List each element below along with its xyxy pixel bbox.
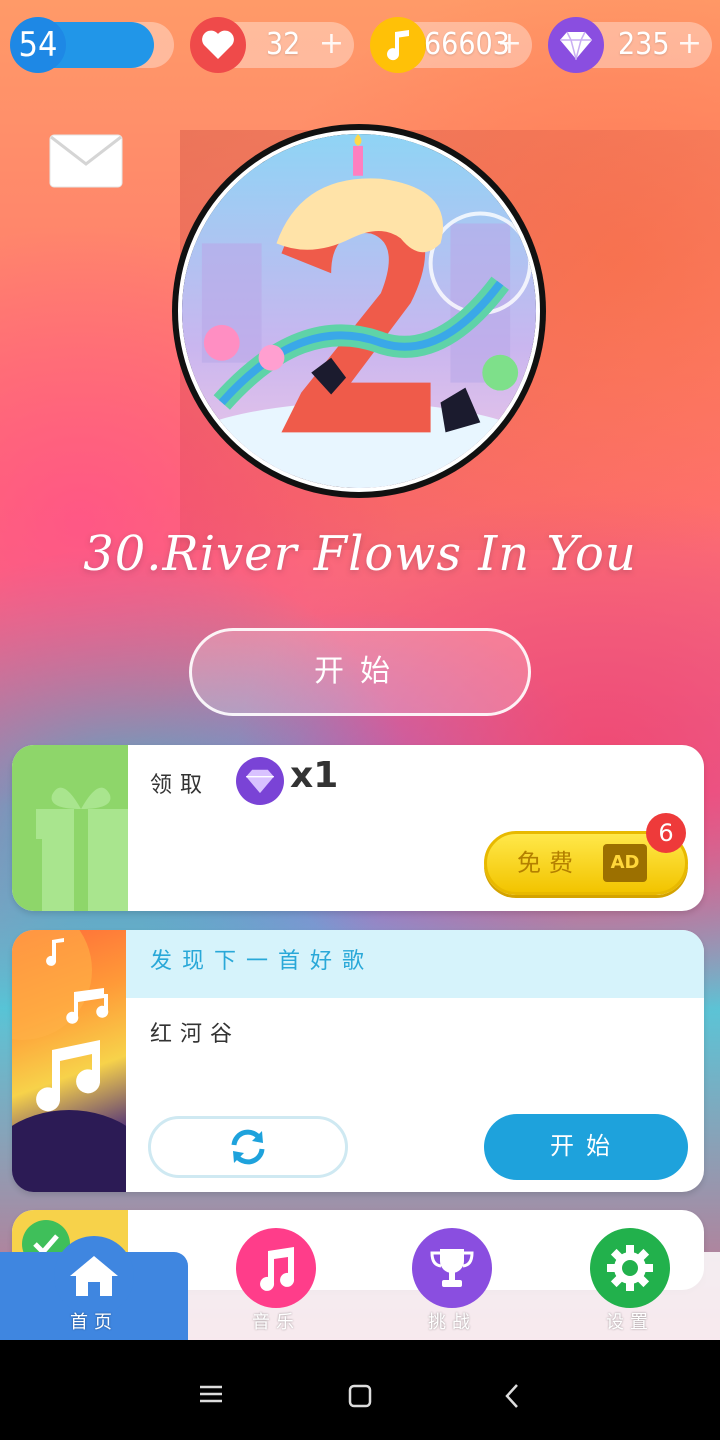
discover-start-button[interactable]: 开始 xyxy=(484,1114,688,1180)
nav-home-label: 首页 xyxy=(70,1312,118,1333)
menu-icon xyxy=(200,1385,222,1403)
nav-settings-label: 设置 xyxy=(606,1312,654,1333)
gems-value: 235 xyxy=(618,27,670,62)
gift-panel xyxy=(12,745,128,911)
heart-icon xyxy=(190,17,246,73)
square-icon xyxy=(348,1384,372,1408)
start-button[interactable]: 开始 xyxy=(189,628,531,716)
reward-quantity: x1 xyxy=(290,755,339,796)
nav-home[interactable]: 首页 xyxy=(0,1236,188,1340)
envelope-icon xyxy=(49,134,123,188)
add-coins-button[interactable]: + xyxy=(497,22,522,68)
gems-stat[interactable]: 235 + xyxy=(548,17,712,73)
discover-header: 发现下一首好歌 xyxy=(126,930,704,998)
add-lives-button[interactable]: + xyxy=(319,22,344,68)
gift-box-icon xyxy=(36,787,128,911)
reward-gem-icon xyxy=(236,757,284,805)
mail-button[interactable] xyxy=(49,134,123,188)
album-art xyxy=(178,130,540,492)
ad-icon: AD xyxy=(603,844,647,882)
nav-settings[interactable]: 设置 xyxy=(540,1228,720,1340)
nav-challenge-label: 挑战 xyxy=(428,1312,476,1333)
lives-value: 32 xyxy=(266,27,301,62)
menu-button[interactable] xyxy=(198,1384,224,1404)
refresh-button[interactable] xyxy=(148,1116,348,1178)
song-name: 红河谷 xyxy=(150,1022,241,1047)
level-stat: 54 xyxy=(10,17,174,73)
discover-title: 发现下一首好歌 xyxy=(150,949,375,974)
music-panel xyxy=(12,930,159,1192)
song-title: 30.River Flows In You xyxy=(83,526,637,582)
bottom-nav: 首页 音乐 挑战 设置 xyxy=(0,1228,720,1340)
discover-card: 发现下一首好歌 红河谷 开始 xyxy=(12,930,704,1192)
back-icon xyxy=(505,1384,518,1408)
nav-music[interactable]: 音乐 xyxy=(186,1228,366,1340)
trophy-icon xyxy=(412,1228,492,1308)
coins-stat[interactable]: 66603 + xyxy=(370,17,532,73)
claim-label: 领取 xyxy=(150,773,211,798)
lives-stat[interactable]: 32 + xyxy=(190,17,354,73)
gear-icon xyxy=(590,1228,670,1308)
system-nav-bar xyxy=(0,1340,720,1440)
back-button[interactable] xyxy=(502,1382,522,1410)
free-label: 免费 xyxy=(517,849,581,877)
music-note-coin-icon xyxy=(370,17,426,73)
home-icon xyxy=(54,1236,134,1316)
gift-card: 领取 x1 免费 AD 6 xyxy=(12,745,704,911)
album-cover[interactable] xyxy=(172,124,546,498)
add-gems-button[interactable]: + xyxy=(677,22,702,68)
nav-challenge[interactable]: 挑战 xyxy=(362,1228,542,1340)
home-system-button[interactable] xyxy=(348,1384,372,1408)
refresh-icon xyxy=(231,1129,265,1165)
gem-icon xyxy=(548,17,604,73)
ad-count-badge: 6 xyxy=(646,813,686,853)
music-notes-icon xyxy=(12,930,159,1192)
music-icon xyxy=(236,1228,316,1308)
nav-music-label: 音乐 xyxy=(252,1312,300,1333)
level-value: 54 xyxy=(18,25,58,65)
level-icon: 54 xyxy=(10,17,66,73)
